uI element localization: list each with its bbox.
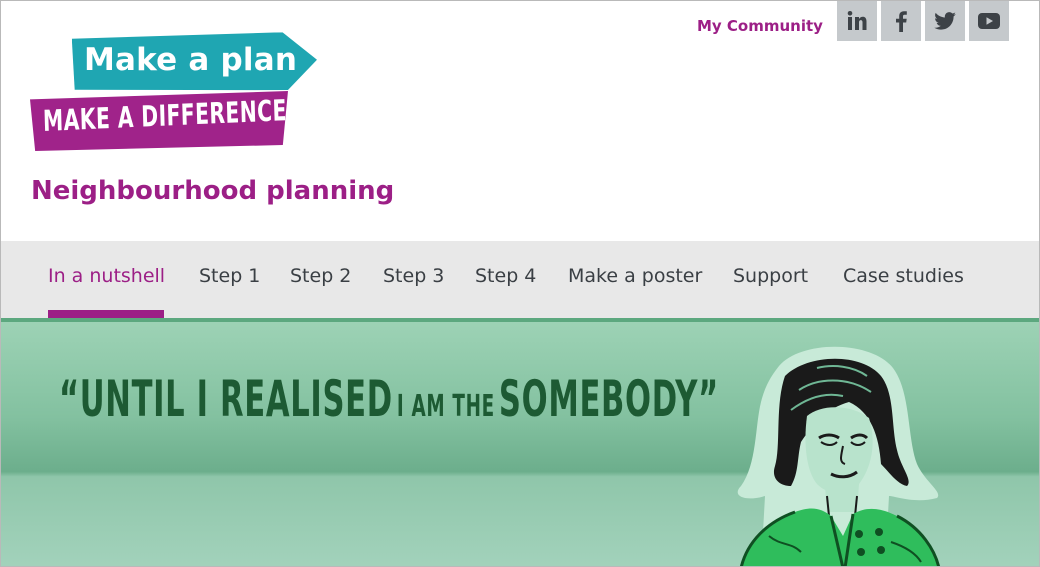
twitter-icon [934, 12, 956, 30]
active-tab-indicator [48, 310, 164, 318]
nav-item-in-a-nutshell[interactable]: In a nutshell [48, 265, 165, 287]
nav-item-step-1[interactable]: Step 1 [199, 265, 260, 287]
youtube-icon [978, 13, 1000, 29]
site-header: Make a plan MAKE A DIFFERENCE Neighbourh… [1, 1, 1039, 241]
nav-item-make-a-poster[interactable]: Make a poster [568, 265, 702, 287]
nav-item-case-studies[interactable]: Case studies [843, 265, 964, 287]
facebook-icon [896, 11, 907, 32]
linkedin-button[interactable] [837, 1, 877, 41]
logo-line1: Make a plan [84, 42, 298, 78]
hero-banner: “UNTIL I REALISED I AM THE SOMEBODY” [1, 318, 1039, 566]
site-logo[interactable]: Make a plan MAKE A DIFFERENCE [29, 31, 324, 156]
site-title: Neighbourhood planning [31, 176, 395, 206]
nav-item-step-4[interactable]: Step 4 [475, 265, 536, 287]
quote-part-2: I AM THE [396, 389, 495, 424]
hero-quote: “UNTIL I REALISED I AM THE SOMEBODY” [59, 370, 719, 428]
nav-item-step-3[interactable]: Step 3 [383, 265, 444, 287]
page-frame: Make a plan MAKE A DIFFERENCE Neighbourh… [0, 0, 1040, 567]
linkedin-icon [847, 11, 867, 30]
nav-item-support[interactable]: Support [733, 265, 808, 287]
main-nav: In a nutshell Step 1 Step 2 Step 3 Step … [1, 241, 1039, 318]
quote-part-3: SOMEBODY” [498, 370, 719, 428]
hero-top-strip [1, 318, 1039, 322]
woman-illustration [737, 346, 941, 566]
social-links [837, 1, 1009, 41]
nav-item-step-2[interactable]: Step 2 [290, 265, 351, 287]
twitter-button[interactable] [925, 1, 965, 41]
my-community-link[interactable]: My Community [697, 17, 823, 35]
youtube-button[interactable] [969, 1, 1009, 41]
facebook-button[interactable] [881, 1, 921, 41]
quote-part-1: “UNTIL I REALISED [59, 370, 393, 428]
